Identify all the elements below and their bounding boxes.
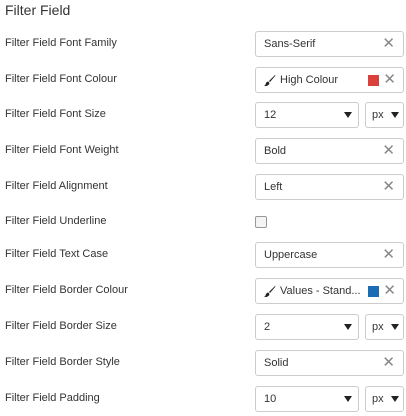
font-family-label: Filter Field Font Family	[5, 37, 117, 49]
clear-icon[interactable]: ✕	[382, 179, 395, 195]
alignment-field[interactable]: Left ✕	[255, 174, 404, 200]
clear-icon[interactable]: ✕	[383, 283, 396, 299]
row-border-style: Filter Field Border Style Solid ✕	[0, 350, 406, 376]
clear-icon[interactable]: ✕	[383, 72, 396, 88]
row-font-family: Filter Field Font Family Sans-Serif ✕	[0, 31, 406, 57]
font-size-unit: px	[372, 109, 384, 121]
font-size-value: 12	[264, 109, 277, 121]
padding-label: Filter Field Padding	[5, 392, 100, 404]
clear-icon[interactable]: ✕	[382, 247, 395, 263]
font-weight-value: Bold	[264, 145, 287, 157]
border-colour-value: Values - Stand...	[280, 285, 361, 297]
alignment-value: Left	[264, 181, 283, 193]
caret-down-icon	[391, 324, 399, 330]
border-colour-field[interactable]: Values - Stand... ✕	[255, 278, 404, 304]
clear-icon[interactable]: ✕	[382, 36, 395, 52]
font-family-field[interactable]: Sans-Serif ✕	[255, 31, 404, 57]
row-padding: Filter Field Padding 10 px	[0, 386, 406, 412]
section-title: Filter Field	[5, 2, 71, 18]
clear-icon[interactable]: ✕	[382, 143, 395, 159]
border-colour-label: Filter Field Border Colour	[5, 284, 128, 296]
color-swatch[interactable]	[368, 75, 379, 86]
font-weight-field[interactable]: Bold ✕	[255, 138, 404, 164]
text-case-field[interactable]: Uppercase ✕	[255, 242, 404, 268]
font-size-label: Filter Field Font Size	[5, 108, 106, 120]
row-font-colour: Filter Field Font Colour High Colour ✕	[0, 67, 406, 93]
underline-label: Filter Field Underline	[5, 215, 107, 227]
border-size-value: 2	[264, 321, 271, 333]
font-family-value: Sans-Serif	[264, 38, 316, 50]
border-style-label: Filter Field Border Style	[5, 356, 120, 368]
alignment-label: Filter Field Alignment	[5, 180, 108, 192]
color-swatch[interactable]	[368, 286, 379, 297]
caret-down-icon	[344, 396, 352, 402]
border-size-unit: px	[372, 321, 384, 333]
font-weight-label: Filter Field Font Weight	[5, 144, 119, 156]
row-underline: Filter Field Underline	[0, 209, 406, 235]
padding-select[interactable]: 10	[255, 386, 359, 412]
row-border-size: Filter Field Border Size 2 px	[0, 314, 406, 340]
font-colour-field[interactable]: High Colour ✕	[255, 67, 404, 93]
border-style-value: Solid	[264, 357, 289, 369]
underline-checkbox[interactable]	[255, 216, 267, 228]
text-case-label: Filter Field Text Case	[5, 248, 109, 260]
border-size-select[interactable]: 2	[255, 314, 359, 340]
font-colour-value: High Colour	[280, 74, 339, 86]
caret-down-icon	[391, 112, 399, 118]
text-case-value: Uppercase	[264, 249, 318, 261]
padding-unit-select[interactable]: px	[365, 386, 404, 412]
padding-value: 10	[264, 393, 277, 405]
row-font-size: Filter Field Font Size 12 px	[0, 102, 406, 128]
row-alignment: Filter Field Alignment Left ✕	[0, 174, 406, 200]
paint-brush-icon	[264, 286, 276, 298]
font-size-select[interactable]: 12	[255, 102, 359, 128]
border-style-field[interactable]: Solid ✕	[255, 350, 404, 376]
font-size-unit-select[interactable]: px	[365, 102, 404, 128]
row-text-case: Filter Field Text Case Uppercase ✕	[0, 242, 406, 268]
clear-icon[interactable]: ✕	[382, 355, 395, 371]
row-font-weight: Filter Field Font Weight Bold ✕	[0, 138, 406, 164]
padding-unit: px	[372, 393, 384, 405]
border-size-label: Filter Field Border Size	[5, 320, 117, 332]
paint-brush-icon	[264, 75, 276, 87]
caret-down-icon	[391, 396, 399, 402]
row-border-colour: Filter Field Border Colour Values - Stan…	[0, 278, 406, 304]
caret-down-icon	[344, 112, 352, 118]
font-colour-label: Filter Field Font Colour	[5, 73, 117, 85]
caret-down-icon	[344, 324, 352, 330]
border-size-unit-select[interactable]: px	[365, 314, 404, 340]
